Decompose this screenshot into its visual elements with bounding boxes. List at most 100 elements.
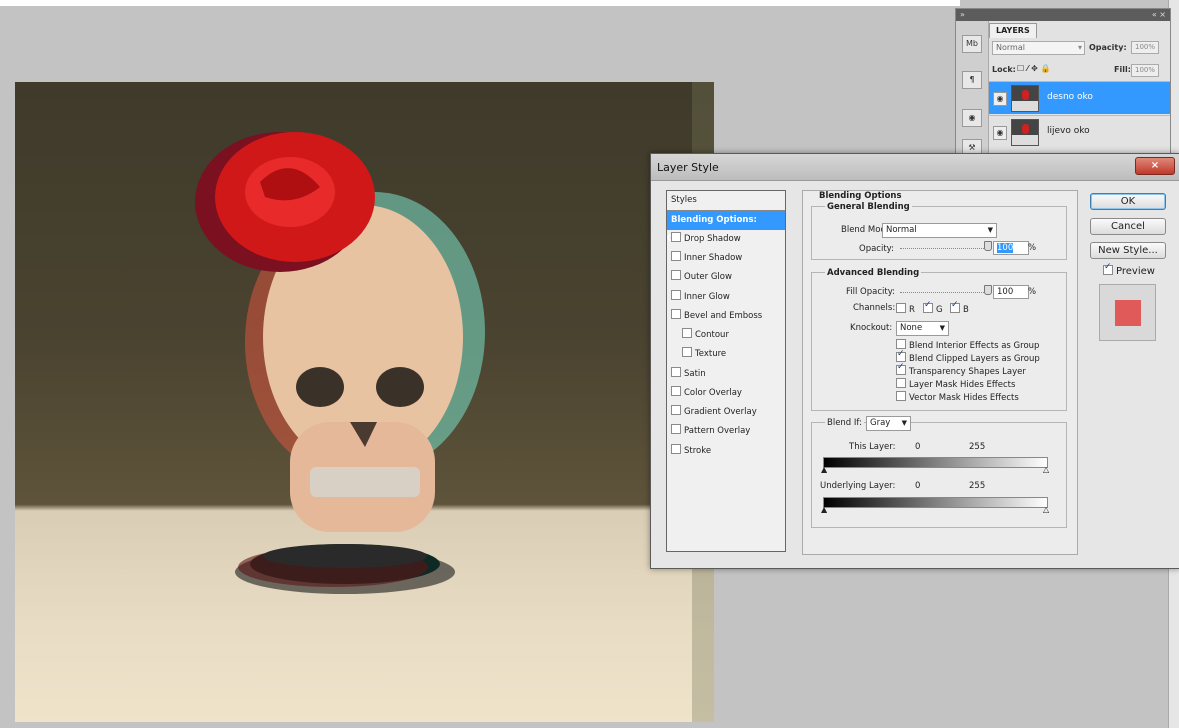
knockout-value: None [900,323,923,333]
eye-icon[interactable]: ◉ [993,126,1007,140]
knockout-label: Knockout: [850,323,893,333]
anaglyph-photo[interactable] [15,82,714,722]
checkbox[interactable] [896,378,906,388]
new-style-button[interactable]: New Style... [1090,242,1166,259]
checkbox-checked[interactable] [896,349,906,362]
style-texture[interactable]: Texture [667,345,785,364]
channel-g[interactable]: G [923,300,943,315]
style-label: Stroke [684,446,712,456]
checkbox-checked[interactable] [896,362,906,375]
channel-r[interactable]: R [896,303,915,315]
check-transparency-shapes[interactable]: Transparency Shapes Layer [896,362,1026,377]
tab-layers[interactable]: LAYERS [989,23,1037,38]
style-contour[interactable]: Contour [667,326,785,345]
channel-label: B [963,305,969,315]
this-layer-gradient [823,457,1048,468]
checkbox[interactable] [671,309,681,319]
layer-name: lijevo oko [1047,126,1090,136]
eye-icon[interactable]: ◉ [993,92,1007,106]
check-blend-interior[interactable]: Blend Interior Effects as Group [896,339,1039,351]
lock-icons[interactable]: ☐ ⁄ ✥ 🔒 [1017,64,1051,73]
this-layer-min: 0 [915,442,921,452]
style-stroke[interactable]: Stroke [667,442,785,461]
underlying-black-slider[interactable]: ▲ [821,505,827,514]
mini-bridge-icon[interactable]: Mb [962,35,982,53]
dialog-titlebar[interactable]: Layer Style × [651,154,1179,181]
layer-row-lijevo-oko[interactable]: ◉ lijevo oko [989,115,1170,148]
channel-label: G [936,305,943,315]
this-layer-white-slider[interactable]: △ [1043,465,1049,474]
this-layer-black-slider[interactable]: ▲ [821,465,827,474]
fill-opacity-slider[interactable] [900,292,988,294]
checkbox[interactable] [682,347,692,357]
checkbox[interactable] [682,328,692,338]
layers-panel-body: LAYERS Normal ▾ Opacity: 100% Lock: ☐ ⁄ … [989,21,1170,157]
blend-if-select[interactable]: Gray ▼ [866,416,911,431]
style-inner-shadow[interactable]: Inner Shadow [667,249,785,268]
layer-fill-input[interactable]: 100% [1131,64,1160,77]
style-label: Gradient Overlay [684,407,757,417]
style-inner-glow[interactable]: Inner Glow [667,288,785,307]
knockout-select[interactable]: None ▼ [896,321,949,336]
preview-checkbox[interactable]: Preview [1103,262,1155,277]
style-gradient-overlay[interactable]: Gradient Overlay [667,403,785,422]
checkbox[interactable] [671,367,681,377]
style-satin[interactable]: Satin [667,365,785,384]
blending-options-title: Blending Options [817,191,904,201]
layer-blend-mode-select[interactable]: Normal ▾ [992,41,1085,55]
channel-b[interactable]: B [950,300,969,315]
style-label: Outer Glow [684,272,732,282]
checkbox[interactable] [671,386,681,396]
fill-opacity-slider-knob[interactable] [984,285,992,295]
style-blending-options[interactable]: Blending Options: Custom [667,211,785,244]
character-icon[interactable]: ¶ [962,71,982,89]
checkbox[interactable] [671,251,681,261]
layer-row-desno-oko[interactable]: ◉ desno oko [989,81,1170,114]
styles-header[interactable]: Styles [667,191,785,211]
underlying-layer-gradient [823,497,1048,508]
check-blend-clipped[interactable]: Blend Clipped Layers as Group [896,349,1040,364]
this-layer-max: 255 [969,442,986,452]
checkbox-checked[interactable] [950,300,960,313]
checkbox[interactable] [896,339,906,349]
layer-opacity-input[interactable]: 100% [1131,41,1160,54]
cancel-button[interactable]: Cancel [1090,218,1166,235]
ok-button[interactable]: OK [1090,193,1166,210]
chevron-down-icon: ▼ [901,419,907,427]
check-vector-mask-hides[interactable]: Vector Mask Hides Effects [896,391,1019,403]
opacity-slider[interactable] [900,248,988,250]
3d-icon[interactable]: ◉ [962,109,982,127]
blend-mode-select[interactable]: Normal ▼ [882,223,997,238]
checkbox[interactable] [896,391,906,401]
checkbox[interactable] [671,290,681,300]
checkbox[interactable] [896,303,906,313]
layers-panel-titlebar[interactable]: » « × [956,9,1170,21]
checkbox[interactable] [671,444,681,454]
styles-list: Styles Blending Options: Custom Drop Sha… [666,190,786,552]
checkbox[interactable] [671,424,681,434]
opacity-slider-knob[interactable] [984,241,992,251]
underlying-white-slider[interactable]: △ [1043,505,1049,514]
collapse-close-icon[interactable]: « × [1152,9,1166,21]
fill-opacity-input[interactable]: 100 [993,285,1029,299]
opacity-input[interactable]: 100 [993,241,1029,255]
style-color-overlay[interactable]: Color Overlay [667,384,785,403]
checkbox-checked[interactable] [923,300,933,313]
style-bevel-emboss[interactable]: Bevel and Emboss [667,307,785,326]
lock-label: Lock: [992,65,1016,74]
style-label: Inner Shadow [684,253,743,263]
checkbox[interactable] [671,405,681,415]
style-drop-shadow[interactable]: Drop Shadow [667,230,785,249]
close-button[interactable]: × [1135,157,1175,175]
blend-if-value: Gray [870,418,891,428]
style-outer-glow[interactable]: Outer Glow [667,268,785,287]
expand-panels-icon[interactable]: » [960,10,965,19]
style-label: Pattern Overlay [684,426,751,436]
chevron-down-icon: ▼ [939,324,945,332]
checkbox[interactable] [671,270,681,280]
checkbox[interactable] [671,232,681,242]
style-label: Contour [695,330,729,340]
style-pattern-overlay[interactable]: Pattern Overlay [667,422,785,441]
check-layer-mask-hides[interactable]: Layer Mask Hides Effects [896,378,1015,390]
checkbox-checked[interactable] [1103,262,1113,275]
